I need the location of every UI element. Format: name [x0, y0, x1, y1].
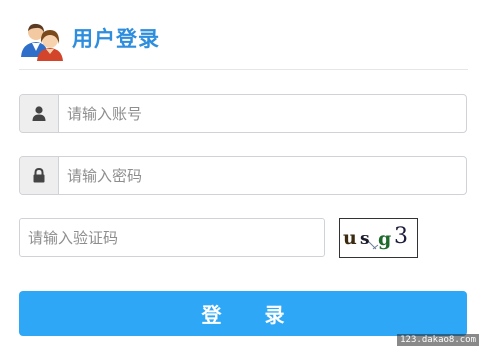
captcha-image[interactable]: u s g 3 [339, 218, 418, 258]
users-icon [19, 21, 65, 61]
account-field [19, 94, 467, 133]
captcha-char: g [378, 228, 392, 250]
user-icon [20, 95, 59, 132]
captcha-input[interactable] [20, 219, 328, 256]
lock-icon [20, 157, 59, 194]
login-header: 用户登录 [19, 20, 468, 70]
password-field [19, 156, 467, 195]
watermark: 123.dakao8.com [397, 334, 479, 346]
captcha-char: 3 [394, 224, 408, 249]
account-input[interactable] [60, 95, 466, 132]
login-button[interactable]: 登 录 [19, 291, 467, 336]
page-title: 用户登录 [72, 27, 160, 51]
login-panel: 用户登录 u s g 3 登 录 123.dak [0, 0, 482, 349]
captcha-field [19, 218, 328, 257]
captcha-char: u [343, 227, 357, 249]
password-input[interactable] [60, 157, 466, 194]
captcha-char: s [360, 229, 370, 249]
